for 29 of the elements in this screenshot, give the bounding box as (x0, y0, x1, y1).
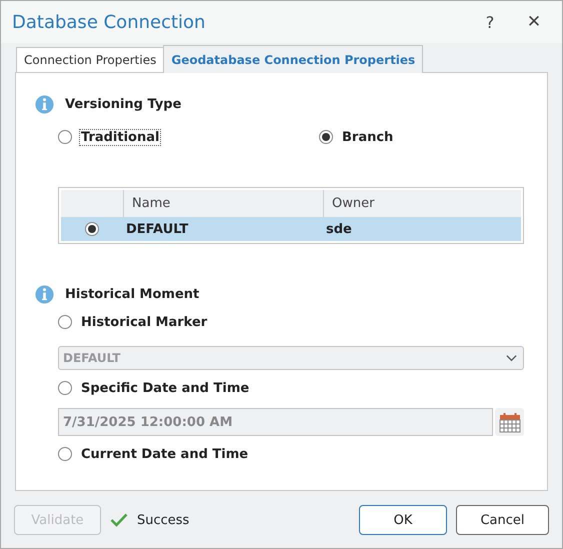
radio-label[interactable]: Historical Marker (79, 314, 210, 330)
radio-label[interactable]: Traditional (79, 128, 162, 146)
calendar-button[interactable] (495, 408, 524, 436)
radio-button[interactable] (58, 381, 72, 395)
cancel-button[interactable]: Cancel (456, 505, 549, 535)
radio-label[interactable]: Branch (340, 128, 396, 146)
radio-button[interactable] (58, 130, 72, 144)
table-cell-text: DEFAULT (125, 222, 190, 236)
table-row[interactable]: DEFAULT sde (61, 217, 521, 241)
status-text: Success (137, 512, 190, 528)
info-icon (35, 95, 54, 114)
ok-button[interactable]: OK (359, 505, 447, 535)
section-heading: Historical Moment (65, 287, 200, 302)
radio-button[interactable] (85, 222, 99, 236)
checkmark-icon (110, 513, 128, 527)
tab[interactable]: Geodatabase Connection Properties (163, 45, 424, 73)
close-button[interactable]: ✕ (514, 6, 554, 38)
info-icon (35, 285, 54, 304)
radio-button[interactable] (319, 130, 333, 144)
tab[interactable]: Connection Properties (16, 47, 164, 72)
radio-label[interactable]: Current Date and Time (79, 446, 250, 462)
help-button[interactable]: ? (470, 6, 510, 38)
window-title: Database Connection (12, 12, 206, 32)
radio-button[interactable] (58, 447, 72, 461)
table-cell-text: sde (325, 222, 353, 236)
radio-label[interactable]: Specific Date and Time (79, 380, 252, 396)
section-heading: Versioning Type (65, 97, 182, 112)
chevron-down-icon (506, 354, 517, 362)
radio-button[interactable] (58, 315, 72, 329)
